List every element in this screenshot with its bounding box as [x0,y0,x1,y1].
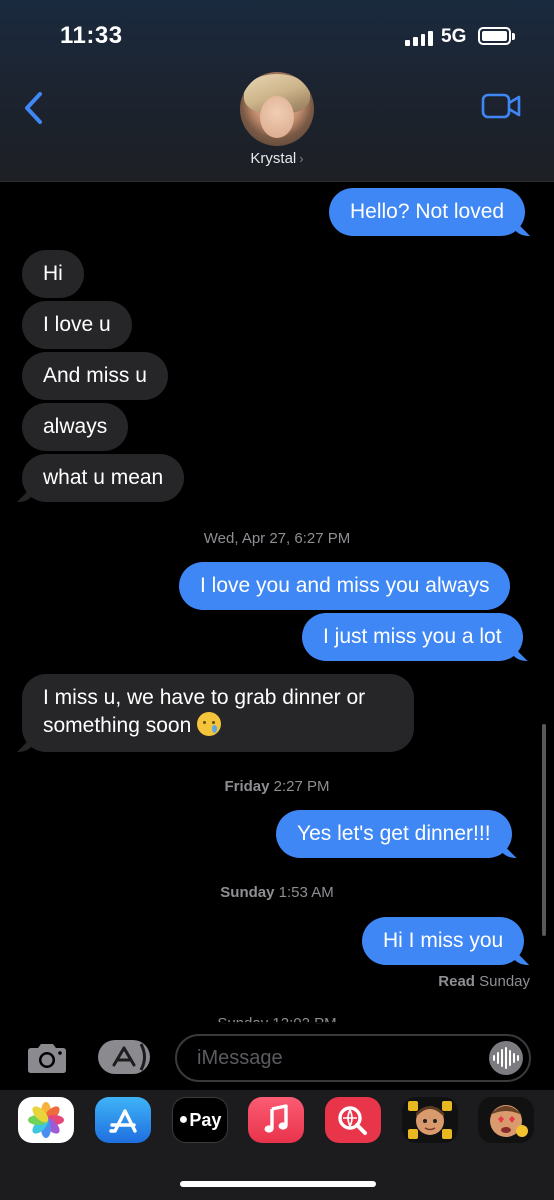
contact-avatar[interactable] [240,72,314,146]
cellular-signal-icon [405,30,433,46]
conversation-header: 11:33 5G Krystal › [0,0,554,182]
app-store-icon[interactable] [95,1097,151,1143]
apple-logo-icon: ● [178,1111,189,1128]
memoji-icon[interactable] [402,1097,458,1143]
outgoing-message[interactable]: Hi I miss you [362,917,525,965]
status-time: 11:33 [60,22,123,49]
back-chevron-icon[interactable] [20,88,50,128]
timestamp-time: 2:27 PM [273,778,330,795]
contact-name-button[interactable]: Krystal › [0,150,554,167]
apps-button[interactable] [98,1040,150,1074]
incoming-message[interactable]: I love u [22,301,132,349]
outgoing-message[interactable]: I love you and miss you always [179,562,511,610]
incoming-message[interactable]: Hi [22,250,84,298]
incoming-message[interactable]: And miss u [22,352,168,400]
apple-pay-icon[interactable]: ● Pay [172,1097,228,1143]
incoming-message[interactable]: I miss u, we have to grab dinner or some… [22,674,414,752]
battery-icon [478,27,515,45]
animoji-icon[interactable] [478,1097,534,1143]
timestamp-day: Friday [224,778,270,795]
timestamp-time: 1:53 AM [278,884,334,901]
timestamp-day: Sunday [220,884,275,901]
message-input-placeholder: iMessage [197,1047,283,1069]
sad-tear-emoji-icon [197,712,222,736]
timestamp-day: Wed, Apr 27, [203,530,291,547]
audio-message-icon[interactable] [489,1041,523,1075]
chevron-right-icon: › [299,151,304,166]
timestamp: Friday 2:27 PM [0,778,554,795]
app-store-icon [112,1043,146,1071]
timestamp: Wed, Apr 27, 6:27 PM [0,530,554,547]
image-search-icon[interactable] [325,1097,381,1143]
outgoing-message[interactable]: I just miss you a lot [302,613,523,661]
incoming-message[interactable]: always [22,403,129,451]
read-when: Sunday [479,973,530,990]
read-receipt: Read Sunday [438,973,530,990]
facetime-video-icon[interactable] [481,92,521,120]
photos-icon[interactable] [18,1097,74,1143]
outgoing-message[interactable]: Yes let's get dinner!!! [276,810,512,858]
music-icon[interactable] [248,1097,304,1143]
contact-name: Krystal [250,150,297,167]
incoming-message[interactable]: what u mean [22,454,185,502]
timestamp: Sunday 1:53 AM [0,884,554,901]
scrollbar[interactable] [542,724,546,936]
camera-icon[interactable] [24,1041,70,1075]
timestamp-time: 6:27 PM [294,530,351,547]
read-label: Read [438,973,475,990]
network-type: 5G [441,26,467,47]
home-indicator[interactable] [180,1181,376,1187]
apple-pay-label: Pay [189,1109,222,1130]
outgoing-message[interactable]: Hello? Not loved [329,188,526,236]
message-input[interactable]: iMessage [175,1034,531,1082]
